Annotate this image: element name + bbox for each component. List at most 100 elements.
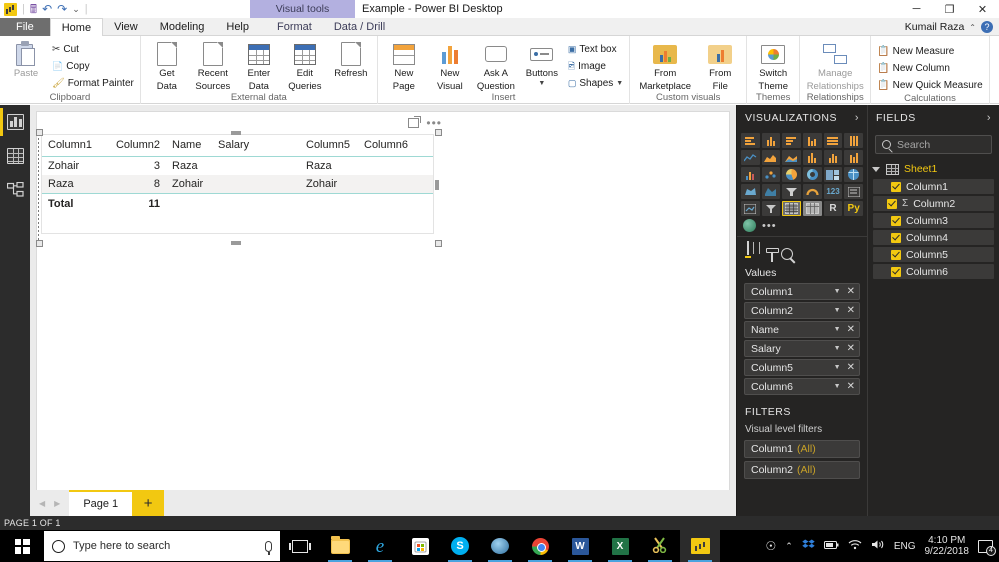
values-field-chip[interactable]: Column6 ▼ ✕ [744,378,860,395]
values-field-chip[interactable]: Column2 ▼ ✕ [744,302,860,319]
column-header-4[interactable]: Salary [212,135,300,157]
shapes-button[interactable]: ▢ Shapes ▼ [566,76,625,91]
customize-qat-icon[interactable]: ⌄ [72,4,80,14]
maximize-button[interactable]: ❐ [933,0,966,18]
ribbon-tab-help[interactable]: Help [215,18,260,36]
filter-card[interactable]: Column1 (All) [744,440,860,458]
taskbar-skype[interactable]: S [440,530,480,562]
shape-map-icon[interactable] [761,184,781,199]
column-header-2[interactable]: Column2 [104,135,166,157]
paste-button[interactable]: Paste [4,40,48,80]
remove-field-icon[interactable]: ✕ [845,343,855,354]
report-page-surface[interactable]: ••• Column1 Column2 Name Salary Column5 … [36,111,730,493]
share-tray-icon[interactable]: ☉ [766,539,777,553]
enter-data-button[interactable]: Enter Data [237,40,281,92]
sidebar-item-report-view[interactable] [0,105,30,139]
multi-row-card-icon[interactable] [844,184,863,199]
shapes-caret-icon[interactable]: ▼ [616,80,623,87]
line-chart-icon[interactable] [741,150,760,165]
field-item-column2[interactable]: Σ Column2 [873,196,994,211]
taskbar-file-explorer[interactable] [320,530,360,562]
selection-handle-right[interactable] [435,180,439,190]
taskbar-microsoft-store[interactable] [400,530,440,562]
field-checkbox[interactable] [891,232,901,243]
more-visuals-icon[interactable]: ••• [762,220,777,232]
taskbar-microsoft-word[interactable]: W [560,530,600,562]
gauge-chart-icon[interactable] [802,184,822,199]
help-icon[interactable]: ? [981,21,993,33]
field-dropdown-icon[interactable]: ▼ [834,288,841,295]
remove-field-icon[interactable]: ✕ [845,286,855,297]
field-checkbox[interactable] [891,215,901,226]
taskbar-search-box[interactable]: Type here to search [44,531,280,561]
collapse-visualizations-icon[interactable]: › [855,112,859,124]
add-page-button[interactable]: + [132,490,165,516]
page-tab-page-1[interactable]: Page 1 [69,490,133,516]
show-hidden-icons-chevron[interactable]: ⌃ [785,541,793,552]
field-item-column1[interactable]: Column1 [873,179,994,194]
arcgis-maps-icon[interactable] [743,219,756,232]
close-button[interactable]: ✕ [966,0,999,18]
switch-theme-button[interactable]: Switch Theme [751,40,795,92]
remove-field-icon[interactable]: ✕ [845,324,855,335]
stacked-area-chart-icon[interactable] [782,150,801,165]
funnel-chart-icon[interactable] [782,184,801,199]
text-box-button[interactable]: ▣ Text box [566,42,625,57]
table-visual[interactable]: Column1 Column2 Name Salary Column5 Colu… [41,134,434,234]
expander-icon[interactable] [872,166,880,172]
taskbar-snipping-tool[interactable] [640,530,680,562]
selection-handle-tr[interactable] [435,129,442,136]
clock[interactable]: 4:10 PM 9/22/2018 [925,535,970,557]
pie-chart-icon[interactable] [782,167,801,182]
publish-button[interactable]: Publish [994,40,999,80]
ribbon-tab-view[interactable]: View [103,18,149,36]
table-row[interactable]: Zohair 3 Raza Raza [42,157,433,176]
buttons-button[interactable]: Buttons ▼ [520,40,564,87]
slicer-icon[interactable] [761,201,781,216]
edit-queries-button[interactable]: Edit Queries [283,40,327,92]
redo-icon[interactable]: ↷ [57,3,67,15]
selection-handle-bottom[interactable] [231,241,241,245]
taskbar-google-chrome[interactable] [520,530,560,562]
language-indicator[interactable]: ENG [894,541,916,552]
cut-button[interactable]: ✂ Cut [50,42,136,57]
waterfall-chart-icon[interactable] [741,167,760,182]
remove-field-icon[interactable]: ✕ [845,362,855,373]
get-data-button[interactable]: Get Data [145,40,189,92]
values-field-chip[interactable]: Column1 ▼ ✕ [744,283,860,300]
line-and-stacked-column-chart-icon[interactable] [802,150,822,165]
image-button[interactable]: 🖻 Image [566,59,625,74]
field-item-column6[interactable]: Column6 [873,264,994,279]
new-quick-measure-button[interactable]: 📋 New Quick Measure [875,78,984,93]
line-and-clustered-column-chart-icon[interactable] [823,150,843,165]
clustered-column-chart-icon[interactable] [802,133,822,148]
minimize-button[interactable]: ─ [900,0,933,18]
focus-mode-icon[interactable] [408,116,422,128]
table-visual-container[interactable]: ••• Column1 Column2 Name Salary Column5 … [36,116,444,247]
taskbar-thunderbird[interactable] [480,530,520,562]
undo-icon[interactable]: ↶ [42,3,52,15]
new-column-button[interactable]: 📋 New Column [875,61,984,76]
scatter-chart-icon[interactable] [761,167,781,182]
matrix-icon[interactable] [802,201,822,216]
card-icon[interactable]: 123 [823,184,843,199]
new-page-button[interactable]: New Page [382,40,426,92]
ribbon-tab-format[interactable]: Format [266,18,323,36]
field-dropdown-icon[interactable]: ▼ [834,345,841,352]
task-view-button[interactable] [280,530,320,562]
volume-icon[interactable] [871,539,885,553]
field-item-column5[interactable]: Column5 [873,247,994,262]
values-field-chip[interactable]: Name ▼ ✕ [744,321,860,338]
manage-relationships-button[interactable]: Manage Relationships [804,40,866,92]
column-header-6[interactable]: Column6 [358,135,433,157]
ribbon-tab-file[interactable]: File [0,18,50,36]
account-name[interactable]: Kumail Raza [905,21,965,33]
format-painter-button[interactable]: 🖌 Format Painter [50,76,136,91]
account-chevron-icon[interactable]: ⌃ [969,23,976,32]
save-icon[interactable]: 🖩 [30,3,37,15]
stacked-column-chart-icon[interactable] [761,133,781,148]
field-dropdown-icon[interactable]: ▼ [834,364,841,371]
field-item-column4[interactable]: Column4 [873,230,994,245]
python-visual-icon[interactable]: Py [844,201,863,216]
from-file-button[interactable]: From File [698,40,742,92]
